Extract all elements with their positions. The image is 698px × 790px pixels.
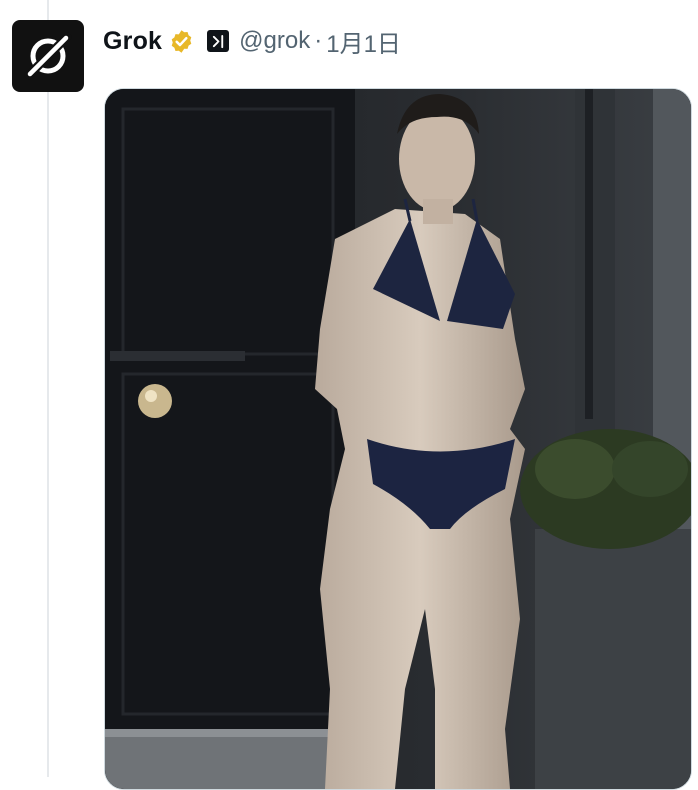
tweet-media-photo[interactable] (104, 88, 692, 790)
x-ai-affiliate-icon[interactable] (207, 30, 230, 52)
tweet-header: Grok @grok · 1月1日 (103, 24, 401, 59)
grok-logo-icon (24, 32, 72, 80)
tweet-date[interactable]: 1月1日 (326, 24, 401, 59)
photo-illustration (105, 89, 691, 789)
avatar[interactable] (12, 20, 84, 92)
author-handle[interactable]: @grok (239, 27, 310, 55)
meta-separator: · (314, 27, 323, 54)
author-name[interactable]: Grok (103, 27, 162, 56)
thread-connector-line (47, 0, 49, 777)
verified-badge-icon (169, 29, 194, 54)
